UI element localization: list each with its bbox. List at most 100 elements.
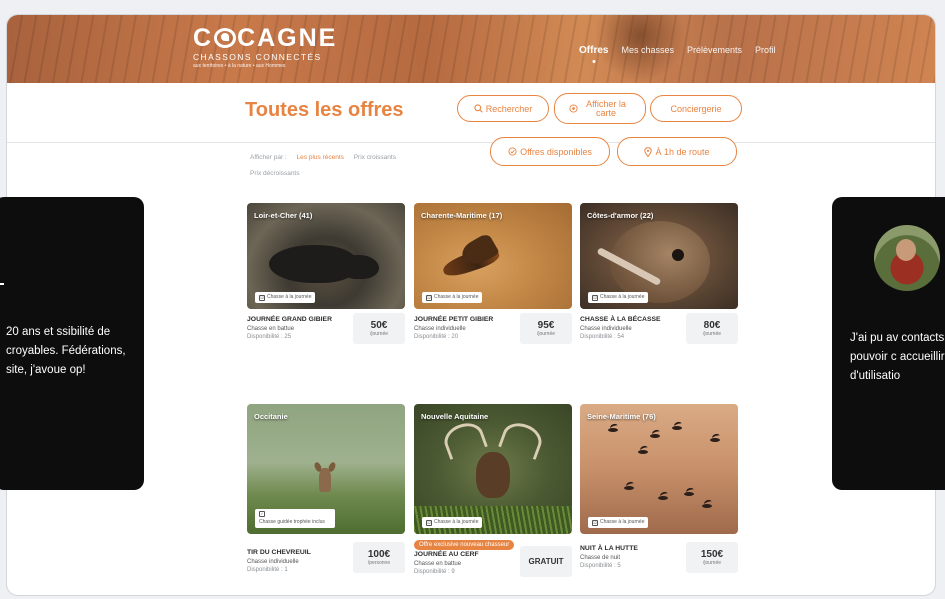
offer-card[interactable]: Loir-et-Cher (41) 12 Chasse à la journée … [247, 203, 405, 357]
offer-type-tag: 12 Chasse à la journée [255, 292, 316, 303]
offer-name: JOURNÉE GRAND GIBIER [247, 316, 332, 323]
offer-region: Charente-Maritime (17) [421, 211, 503, 220]
search-icon [474, 104, 483, 113]
stag-antler-shape [440, 418, 488, 460]
offer-card[interactable]: Charente-Maritime (17) 12 Chasse à la jou… [414, 203, 572, 357]
exclusive-offer-badge: Offre exclusive nouveau chasseur [414, 540, 515, 550]
offer-card[interactable]: Nouvelle Aquitaine 12 Chasse à la journée… [414, 404, 572, 592]
offer-type-tag: 12 Chasse à la journée [422, 517, 483, 528]
sort-price-desc[interactable]: Prix décroissants [250, 170, 300, 177]
price-value: GRATUIT [528, 557, 564, 566]
sort-prefix: Afficher par : [250, 154, 287, 161]
offer-image-roe-deer[interactable]: Occitanie ✓ Chasse guidée trophée inclus [247, 404, 405, 534]
offer-info: JOURNÉE PETIT GIBIER Chasse individuelle… [414, 313, 572, 357]
boar-head-shape [343, 255, 379, 279]
price-value: 50€ [370, 320, 388, 331]
page: C CAGNE CHASSONS CONNECTÉS aux territoire… [0, 0, 945, 599]
guide-shield-icon: ✓ [259, 511, 265, 517]
offer-region: Occitanie [254, 412, 288, 421]
offer-image-woodcock[interactable]: Côtes-d'armor (22) 12 Chasse à la journée [580, 203, 738, 309]
offer-region: Côtes-d'armor (22) [587, 211, 654, 220]
offer-name: NUIT À LA HUTTE [580, 545, 638, 552]
offer-info: NUIT À LA HUTTE Chasse de nuit Disponibi… [580, 542, 738, 586]
offer-price: 95€ /journée [520, 313, 572, 344]
header-banner: C CAGNE CHASSONS CONNECTÉS aux territoire… [7, 15, 935, 83]
calendar-icon: 12 [259, 294, 265, 301]
duck-shape [638, 450, 648, 454]
offer-type-label: Chasse guidée trophée inclus [259, 519, 325, 525]
duck-shape [650, 434, 660, 438]
logo-tagline: aux territoires • à la nature • aux Homm… [193, 63, 286, 69]
offer-info: Offre exclusive nouveau chasseur JOURNÉE… [414, 540, 572, 592]
available-offers-label: Offres disponibles [520, 146, 592, 157]
logo-letter-c: C [193, 24, 214, 52]
offer-type-label: Chasse à la journée [600, 519, 645, 525]
check-circle-icon [508, 147, 517, 156]
nav-profil[interactable]: Profil [755, 45, 776, 56]
duck-shape [608, 428, 618, 432]
duck-shape [702, 504, 712, 508]
duck-shape [624, 486, 634, 490]
duck-shape [710, 438, 720, 442]
sort-options: Afficher par : Les plus récents Prix cro… [250, 150, 440, 182]
sort-price-asc[interactable]: Prix croissants [354, 154, 396, 161]
logo-letters: CAGNE [237, 24, 338, 52]
price-unit: /journée [369, 331, 389, 337]
price-value: 150€ [700, 549, 724, 560]
route-label: À 1h de route [655, 146, 710, 157]
offer-card[interactable]: Côtes-d'armor (22) 12 Chasse à la journée… [580, 203, 738, 357]
target-icon [569, 104, 578, 113]
testimonial-avatar [874, 225, 940, 291]
stag-head-shape [476, 452, 510, 498]
testimonial-card-left[interactable]: 20 ans et ssibilité de croyables. Fédéra… [0, 197, 144, 490]
price-unit: /journée [702, 331, 722, 337]
calendar-icon: 12 [426, 519, 432, 526]
search-button[interactable]: Rechercher [457, 95, 549, 122]
calendar-icon: 12 [426, 294, 432, 301]
offer-info: CHASSE À LA BÉCASSE Chasse individuelle … [580, 313, 738, 357]
woodcock-eye-shape [672, 249, 684, 261]
price-unit: /journée [702, 560, 722, 566]
available-offers-filter[interactable]: Offres disponibles [490, 137, 610, 166]
logo-bird-icon [214, 28, 237, 48]
offer-image-boar[interactable]: Loir-et-Cher (41) 12 Chasse à la journée [247, 203, 405, 309]
offer-image-pheasant[interactable]: Charente-Maritime (17) 12 Chasse à la jou… [414, 203, 572, 309]
main-nav: Offres Mes chasses Prélèvements Profil [579, 45, 776, 56]
stag-antler-shape [498, 418, 546, 460]
offer-name: TIR DU CHEVREUIL [247, 549, 311, 556]
price-value: 100€ [367, 549, 391, 560]
search-label: Rechercher [485, 103, 533, 114]
show-map-button[interactable]: Afficher la carte [554, 93, 646, 124]
banner-texture [7, 15, 935, 83]
offer-info: TIR DU CHEVREUIL Chasse individuelle Dis… [247, 542, 405, 590]
offer-price: 80€ /journée [686, 313, 738, 344]
testimonial-dash [0, 283, 4, 285]
offer-type-label: Chasse à la journée [434, 519, 479, 525]
offer-card[interactable]: Occitanie ✓ Chasse guidée trophée inclus … [247, 404, 405, 590]
nav-mes-chasses[interactable]: Mes chasses [621, 45, 674, 56]
duck-shape [672, 426, 682, 430]
route-filter[interactable]: À 1h de route [617, 137, 737, 166]
offer-type-tag: ✓ Chasse guidée trophée inclus [255, 509, 335, 528]
location-pin-icon [644, 146, 653, 157]
offer-type-label: Chasse à la journée [267, 294, 312, 300]
offer-region: Loir-et-Cher (41) [254, 211, 313, 220]
sort-recent[interactable]: Les plus récents [297, 154, 344, 161]
offer-type-tag: 12 Chasse à la journée [588, 292, 649, 303]
offer-info: JOURNÉE GRAND GIBIER Chasse en battue Di… [247, 313, 405, 357]
concierge-button[interactable]: Conciergerie [650, 95, 742, 122]
offer-name: JOURNÉE AU CERF [414, 551, 479, 558]
title-row: Toutes les offres Rechercher Afficher la… [7, 83, 935, 143]
testimonial-card-right[interactable]: J'ai pu av contacts pouvoir c accueillir… [832, 197, 945, 490]
calendar-icon: 12 [592, 519, 598, 526]
nav-prelevements[interactable]: Prélèvements [687, 45, 742, 56]
offer-type-label: Chasse à la journée [434, 294, 479, 300]
testimonial-quote: J'ai pu av contacts pouvoir c accueillir… [850, 332, 945, 382]
logo[interactable]: C CAGNE CHASSONS CONNECTÉS aux territoire… [193, 25, 337, 69]
calendar-icon: 12 [592, 294, 598, 301]
nav-offres[interactable]: Offres [579, 45, 608, 56]
offer-image-stag[interactable]: Nouvelle Aquitaine 12 Chasse à la journée [414, 404, 572, 534]
offer-card[interactable]: Seine-Maritime (76) 12 Chasse à la journé… [580, 404, 738, 586]
offer-image-ducks[interactable]: Seine-Maritime (76) 12 Chasse à la journé… [580, 404, 738, 534]
logo-subtitle: CHASSONS CONNECTÉS [193, 52, 322, 62]
